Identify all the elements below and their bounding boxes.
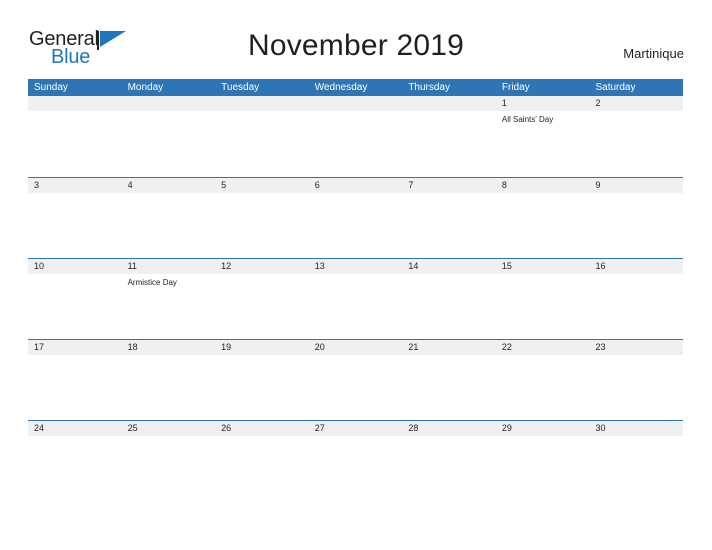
day-number[interactable]: 6	[309, 178, 403, 193]
day-number[interactable]: 26	[215, 421, 309, 436]
day-number[interactable]: 19	[215, 340, 309, 355]
day-event[interactable]	[28, 436, 122, 502]
day-event[interactable]	[402, 111, 496, 177]
day-event[interactable]	[122, 193, 216, 259]
day-event[interactable]	[589, 355, 683, 421]
weekday-header-saturday: Saturday	[595, 82, 636, 93]
day-number[interactable]: 11	[122, 259, 216, 274]
day-number[interactable]: 14	[402, 259, 496, 274]
weekday-header-sunday: Sunday	[34, 82, 68, 93]
day-event[interactable]	[589, 193, 683, 259]
day-event[interactable]	[28, 355, 122, 421]
day-number[interactable]: 1	[496, 96, 590, 111]
day-event[interactable]	[28, 274, 122, 340]
day-event[interactable]	[215, 111, 309, 177]
page-title: November 2019	[247, 29, 465, 62]
day-number[interactable]	[402, 96, 496, 111]
day-event[interactable]	[122, 111, 216, 177]
day-event[interactable]	[496, 193, 590, 259]
day-event[interactable]	[215, 193, 309, 259]
day-number[interactable]: 8	[496, 178, 590, 193]
day-number[interactable]: 21	[402, 340, 496, 355]
page-header: General Blue November 2019 Martinique	[0, 0, 712, 76]
week-event-band: All Saints' Day	[28, 111, 683, 177]
day-event[interactable]	[402, 274, 496, 340]
day-number[interactable]: 29	[496, 421, 590, 436]
weekday-header-monday: Monday	[127, 82, 164, 93]
day-event[interactable]	[215, 436, 309, 502]
day-number[interactable]	[215, 96, 309, 111]
day-number[interactable]: 10	[28, 259, 122, 274]
day-event[interactable]	[215, 274, 309, 340]
weekday-header-row: Sunday Monday Tuesday Wednesday Thursday…	[28, 79, 683, 96]
calendar-week-row: 24 25 26 27 28 29 30	[28, 420, 683, 502]
day-number[interactable]: 9	[589, 178, 683, 193]
day-event[interactable]	[309, 193, 403, 259]
weekday-header-thursday: Thursday	[408, 82, 450, 93]
day-number[interactable]: 20	[309, 340, 403, 355]
day-event[interactable]: Armistice Day	[122, 274, 216, 340]
day-event[interactable]	[122, 355, 216, 421]
day-number[interactable]: 12	[215, 259, 309, 274]
day-event[interactable]	[589, 436, 683, 502]
day-event[interactable]	[28, 193, 122, 259]
day-number[interactable]	[28, 96, 122, 111]
calendar-page: General Blue November 2019 Martinique Su…	[0, 0, 712, 550]
day-event[interactable]	[309, 274, 403, 340]
weekday-header-wednesday: Wednesday	[314, 82, 368, 93]
day-event[interactable]	[496, 436, 590, 502]
day-event[interactable]	[402, 436, 496, 502]
calendar-week-row: 10 11 12 13 14 15 16 Armistice Day	[28, 258, 683, 340]
calendar-week-row: 1 2 All Saints' Day	[28, 96, 683, 177]
calendar-week-row: 17 18 19 20 21 22 23	[28, 339, 683, 421]
day-event[interactable]: All Saints' Day	[496, 111, 590, 177]
day-number[interactable]: 23	[589, 340, 683, 355]
week-date-band: 3 4 5 6 7 8 9	[28, 178, 683, 193]
day-event[interactable]	[589, 111, 683, 177]
day-event[interactable]	[122, 436, 216, 502]
day-number[interactable]: 25	[122, 421, 216, 436]
calendar-week-row: 3 4 5 6 7 8 9	[28, 177, 683, 259]
day-number[interactable]	[122, 96, 216, 111]
day-event[interactable]	[309, 111, 403, 177]
day-number[interactable]: 4	[122, 178, 216, 193]
day-event[interactable]	[496, 355, 590, 421]
day-number[interactable]: 3	[28, 178, 122, 193]
day-number[interactable]: 16	[589, 259, 683, 274]
week-date-band: 10 11 12 13 14 15 16	[28, 259, 683, 274]
day-number[interactable]: 22	[496, 340, 590, 355]
weekday-header-friday: Friday	[501, 82, 530, 93]
week-event-band: Armistice Day	[28, 274, 683, 340]
week-event-band	[28, 193, 683, 259]
day-number[interactable]: 5	[215, 178, 309, 193]
day-number[interactable]: 27	[309, 421, 403, 436]
day-number[interactable]: 15	[496, 259, 590, 274]
week-date-band: 17 18 19 20 21 22 23	[28, 340, 683, 355]
day-event[interactable]	[402, 193, 496, 259]
day-number[interactable]: 18	[122, 340, 216, 355]
week-event-band	[28, 436, 683, 502]
day-number[interactable]: 30	[589, 421, 683, 436]
day-event[interactable]	[215, 355, 309, 421]
region-label: Martinique	[623, 46, 684, 61]
day-number[interactable]: 13	[309, 259, 403, 274]
day-event[interactable]	[309, 436, 403, 502]
day-event[interactable]	[309, 355, 403, 421]
day-number[interactable]: 2	[589, 96, 683, 111]
day-number[interactable]	[309, 96, 403, 111]
day-number[interactable]: 28	[402, 421, 496, 436]
day-event[interactable]	[496, 274, 590, 340]
day-event[interactable]	[589, 274, 683, 340]
day-number[interactable]: 17	[28, 340, 122, 355]
day-event[interactable]	[402, 355, 496, 421]
day-event[interactable]	[28, 111, 122, 177]
calendar-grid: Sunday Monday Tuesday Wednesday Thursday…	[28, 79, 683, 502]
weekday-header-tuesday: Tuesday	[221, 82, 260, 93]
week-date-band: 24 25 26 27 28 29 30	[28, 421, 683, 436]
week-date-band: 1 2	[28, 96, 683, 111]
week-event-band	[28, 355, 683, 421]
day-number[interactable]: 7	[402, 178, 496, 193]
day-number[interactable]: 24	[28, 421, 122, 436]
